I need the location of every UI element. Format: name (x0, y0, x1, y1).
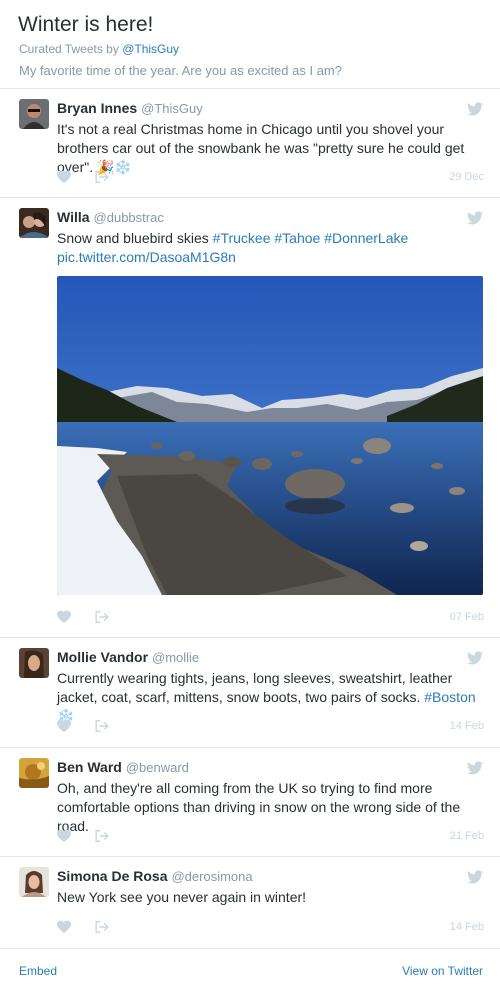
tweet-card[interactable]: Mollie Vandor @mollie Currently wearing t… (0, 638, 500, 748)
tweet-card[interactable]: Willa @dubbstrac Snow and bluebird skies … (0, 198, 500, 638)
tweet-date[interactable]: 21 Feb (450, 830, 484, 842)
author-handle[interactable]: @benward (126, 760, 189, 775)
curator-handle-link[interactable]: @ThisGuy (122, 42, 179, 56)
tweet-photo[interactable] (57, 276, 483, 595)
twitter-bird-icon[interactable] (467, 651, 483, 665)
hashtag-link[interactable]: #Boston (424, 689, 475, 705)
avatar[interactable] (19, 758, 49, 788)
heart-icon[interactable] (57, 170, 71, 184)
tweet-date[interactable]: 07 Feb (450, 611, 484, 623)
tweet-text: Snow and bluebird skies #Truckee #Tahoe … (57, 230, 409, 265)
hashtag-link[interactable]: #DonnerLake (324, 230, 408, 246)
hashtag-link[interactable]: #Truckee (213, 230, 271, 246)
author-handle[interactable]: @dubbstrac (94, 210, 164, 225)
pic-link[interactable]: pic.twitter.com/DasoaM1G8n (57, 249, 236, 265)
timeline-header: Winter is here! Curated Tweets by @ThisG… (0, 0, 500, 89)
heart-icon[interactable] (57, 829, 71, 843)
timeline-widget: Winter is here! Curated Tweets by @ThisG… (0, 0, 500, 990)
embed-link[interactable]: Embed (19, 964, 57, 978)
author-name[interactable]: Simona De Rosa @derosimona (57, 868, 253, 884)
tweet-text: Currently wearing tights, jeans, long sl… (57, 670, 476, 724)
twitter-bird-icon[interactable] (467, 870, 483, 884)
avatar[interactable] (19, 99, 49, 129)
author-handle[interactable]: @mollie (152, 650, 199, 665)
avatar[interactable] (19, 208, 49, 238)
curated-prefix: Curated Tweets by (19, 42, 119, 56)
curated-by: Curated Tweets by @ThisGuy (19, 42, 179, 56)
tweet-date[interactable]: 14 Feb (450, 720, 484, 732)
tweet-text: Oh, and they're all coming from the UK s… (57, 780, 461, 834)
author-handle[interactable]: @ThisGuy (141, 101, 203, 116)
tweet-date[interactable]: 29 Dec (449, 171, 484, 183)
author-name[interactable]: Bryan Innes @ThisGuy (57, 100, 203, 116)
tweet-date[interactable]: 14 Feb (450, 921, 484, 933)
share-icon[interactable] (95, 170, 109, 184)
timeline-title: Winter is here! (18, 13, 154, 36)
author-name[interactable]: Ben Ward @benward (57, 759, 189, 775)
share-icon[interactable] (95, 920, 109, 934)
tweet-text: It's not a real Christmas home in Chicag… (57, 121, 465, 175)
avatar[interactable] (19, 867, 49, 897)
heart-icon[interactable] (57, 610, 71, 624)
avatar[interactable] (19, 648, 49, 678)
heart-icon[interactable] (57, 920, 71, 934)
author-handle[interactable]: @derosimona (171, 869, 252, 884)
twitter-bird-icon[interactable] (467, 102, 483, 116)
share-icon[interactable] (95, 719, 109, 733)
hashtag-link[interactable]: #Tahoe (274, 230, 320, 246)
timeline-description: My favorite time of the year. Are you as… (19, 63, 342, 78)
author-name[interactable]: Willa @dubbstrac (57, 209, 164, 225)
share-icon[interactable] (95, 829, 109, 843)
view-on-twitter-link[interactable]: View on Twitter (402, 964, 483, 978)
tweet-card[interactable]: Ben Ward @benward Oh, and they're all com… (0, 748, 500, 857)
twitter-bird-icon[interactable] (467, 211, 483, 225)
tweet-card[interactable]: Bryan Innes @ThisGuy It's not a real Chri… (0, 89, 500, 198)
twitter-bird-icon[interactable] (467, 761, 483, 775)
share-icon[interactable] (95, 610, 109, 624)
heart-icon[interactable] (57, 719, 71, 733)
tweet-text: New York see you never again in winter! (57, 889, 307, 905)
tweet-card[interactable]: Simona De Rosa @derosimona New York see y… (0, 857, 500, 949)
timeline-footer: Embed View on Twitter (0, 949, 500, 990)
author-name[interactable]: Mollie Vandor @mollie (57, 649, 199, 665)
